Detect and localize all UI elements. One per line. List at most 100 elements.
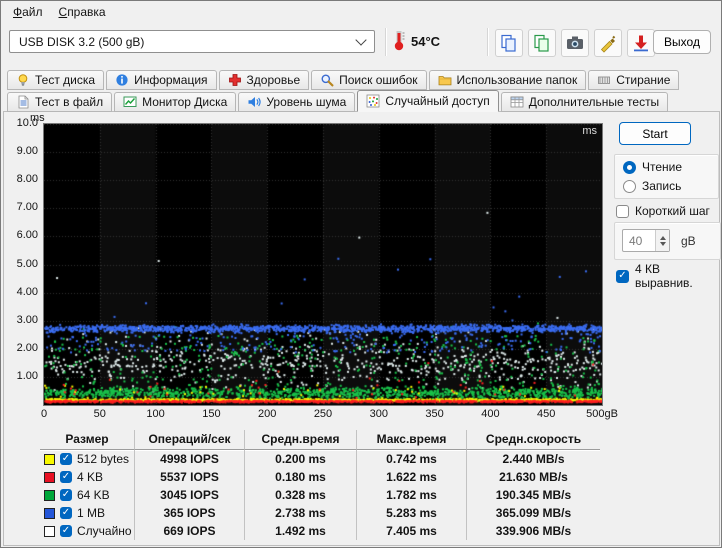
toolbar-buttons (495, 29, 655, 57)
step-unit-label: gB (681, 234, 696, 248)
tab-health[interactable]: Здоровье (218, 70, 310, 90)
column-header: Средн.время (244, 430, 356, 450)
series-color-swatch (44, 471, 55, 483)
y-tick-label: 9.00 (16, 145, 38, 158)
read-radio-label: Чтение (642, 160, 683, 174)
file-icon (16, 95, 30, 109)
ops-cell: 3045 IOPS (134, 486, 244, 504)
short-step-label: Короткий шаг (635, 204, 710, 218)
spin-up-icon[interactable] (659, 235, 666, 240)
row-label: 4 KB (77, 470, 104, 484)
tab-label: Случайный доступ (385, 94, 490, 108)
tests-icon (510, 95, 524, 109)
table-row-label-cell: 4 KB (40, 468, 134, 486)
radio-dot (623, 179, 636, 193)
row-checkbox[interactable] (60, 525, 72, 537)
tab-random[interactable]: Случайный доступ (357, 90, 499, 112)
avg-time-cell: 0.328 ms (244, 486, 356, 504)
y-tick-label: 6.00 (16, 229, 38, 242)
speed-cell: 190.345 MB/s (466, 486, 600, 504)
radio-dot (623, 160, 636, 174)
ops-cell: 669 IOPS (134, 522, 244, 540)
start-button[interactable]: Start (619, 122, 691, 145)
info-icon (115, 73, 129, 87)
series-color-swatch (44, 525, 55, 537)
menu-help[interactable]: Справка (51, 2, 114, 22)
menu-file[interactable]: Файл (5, 2, 51, 22)
x-tick-label: 450 (537, 408, 556, 420)
y-tick-label: 7.00 (16, 201, 38, 214)
row-checkbox[interactable] (60, 507, 72, 519)
tab-info[interactable]: Информация (106, 70, 217, 90)
tab-label: Использование папок (456, 73, 578, 87)
y-axis-unit-right: ms (582, 125, 597, 137)
temperature-value: 54°C (411, 34, 441, 49)
max-time-cell: 0.742 ms (356, 450, 466, 468)
x-tick-label: 400 (481, 408, 500, 420)
results-table: Размер Операций/сек Средн.время Макс.время С… (40, 430, 600, 540)
x-tick-label: 50 (93, 408, 106, 420)
tab-noise[interactable]: Уровень шума (238, 92, 356, 112)
y-tick-label: 5.00 (16, 257, 38, 270)
row-label: 64 KB (77, 488, 110, 502)
speed-cell: 2.440 MB/s (466, 450, 600, 468)
max-time-cell: 1.622 ms (356, 468, 466, 486)
table-row-label-cell: 512 bytes (40, 450, 134, 468)
spin-down-icon[interactable] (659, 241, 666, 246)
ops-cell: 5537 IOPS (134, 468, 244, 486)
step-size-input[interactable]: 40 (622, 229, 670, 252)
row-checkbox[interactable] (60, 453, 72, 465)
copy-green-icon[interactable] (528, 29, 556, 57)
device-select[interactable]: USB DISK 3.2 (500 gB) (9, 30, 375, 53)
series-color-swatch (44, 507, 55, 519)
x-tick-label: 0 (40, 408, 48, 420)
spinner-buttons[interactable] (655, 230, 669, 251)
toolbar-separator (385, 28, 387, 56)
copy-icon[interactable] (495, 29, 523, 57)
tab-erase[interactable]: Стирание (588, 70, 680, 90)
tab-folders[interactable]: Использование папок (428, 70, 587, 90)
read-radio[interactable]: Чтение (623, 160, 710, 174)
menu-bar: Файл Справка (1, 1, 721, 23)
noise-icon (247, 95, 262, 109)
tab-search[interactable]: Поиск ошибок (311, 70, 427, 90)
tab-row-2: Тест в файл Монитор Диска Уровень шума Случ… (7, 90, 670, 112)
camera-icon[interactable] (561, 29, 589, 57)
align-4k-checkbox[interactable]: 4 КВ выравнив. (616, 262, 719, 290)
row-label: 512 bytes (77, 452, 130, 466)
bulb-icon (16, 73, 30, 87)
row-checkbox[interactable] (60, 471, 72, 483)
exit-button[interactable]: Выход (653, 30, 711, 54)
speed-cell: 365.099 MB/s (466, 504, 600, 522)
tab-label: Уровень шума (266, 95, 347, 109)
row-checkbox[interactable] (60, 489, 72, 501)
x-tick-label: 200 (258, 408, 277, 420)
short-step-checkbox[interactable]: Короткий шаг (616, 204, 710, 218)
max-time-cell: 7.405 ms (356, 522, 466, 540)
search-icon (320, 73, 334, 87)
x-tick-label: 150 (202, 408, 221, 420)
x-tick-label: 250 (313, 408, 333, 420)
tab-bulb[interactable]: Тест диска (7, 70, 105, 90)
tab-label: Тест в файл (35, 95, 104, 109)
tab-monitor[interactable]: Монитор Диска (114, 92, 237, 112)
checkbox-box (616, 269, 629, 283)
download-icon[interactable] (627, 29, 655, 57)
ops-cell: 4998 IOPS (134, 450, 244, 468)
thermometer-icon (393, 28, 407, 52)
avg-time-cell: 1.492 ms (244, 522, 356, 540)
device-select-value: USB DISK 3.2 (500 gB) (19, 34, 145, 49)
series-color-swatch (44, 453, 55, 465)
scatter-canvas (44, 124, 602, 405)
tab-label: Тест диска (35, 73, 96, 87)
y-tick-label: 8.00 (16, 173, 38, 186)
series-color-swatch (44, 489, 55, 501)
tab-tests[interactable]: Дополнительные тесты (500, 92, 669, 112)
step-size-value: 40 (629, 233, 643, 248)
write-radio[interactable]: Запись (623, 179, 710, 193)
tab-label: Дополнительные тесты (528, 95, 660, 109)
mode-group: Чтение Запись (614, 154, 719, 199)
tab-label: Здоровье (246, 73, 301, 87)
brush-icon[interactable] (594, 29, 622, 57)
tab-file[interactable]: Тест в файл (7, 92, 113, 112)
